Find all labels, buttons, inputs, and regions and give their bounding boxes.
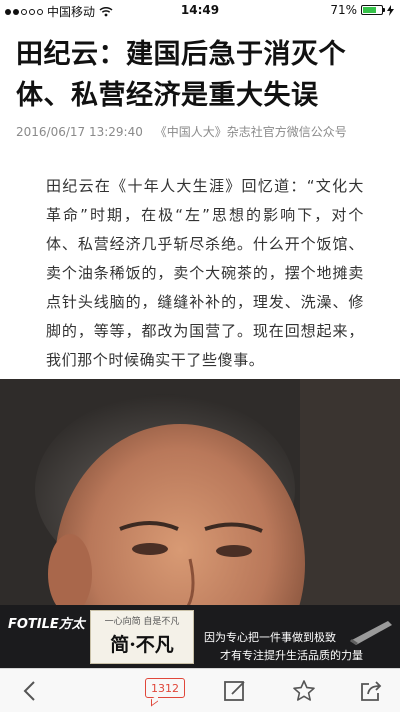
ad-product-icon xyxy=(350,621,392,645)
share-button[interactable] xyxy=(356,677,386,705)
battery-group: 71% xyxy=(330,3,394,17)
back-button[interactable] xyxy=(14,677,44,705)
star-icon xyxy=(293,680,315,701)
ad-tagline-small: 一心向简 自是不凡 xyxy=(104,617,180,627)
back-arrow-icon xyxy=(23,681,35,701)
edit-icon xyxy=(224,681,245,701)
edit-button[interactable] xyxy=(220,677,250,705)
ad-brand: FOTILE方太 xyxy=(8,617,85,632)
article-body: 田纪云在《十年人大生涯》回忆道：“文化大革命”时期，在极“左”思想的影响下，对个… xyxy=(46,177,364,369)
ad-plaque: 一心向简 自是不凡 简·不凡 xyxy=(90,610,194,664)
bottom-toolbar: 1312 xyxy=(0,668,400,712)
comment-count-badge: 1312 xyxy=(145,678,185,698)
status-bar: 中国移动 14:49 71% xyxy=(0,0,400,20)
ad-line-1: 因为专心把一件事做到极致 xyxy=(204,631,336,644)
ad-tagline-main: 简·不凡 xyxy=(110,634,174,656)
share-icon xyxy=(361,681,382,701)
article-meta: 2016/06/17 13:29:40 《中国人大》杂志社官方微信公众号 xyxy=(16,123,355,140)
battery-percent: 71% xyxy=(330,3,357,17)
article-source: 《中国人大》杂志社官方微信公众号 xyxy=(154,125,347,139)
charging-bolt-icon xyxy=(387,4,394,16)
battery-icon xyxy=(361,5,385,15)
article-date: 2016/06/17 13:29:40 xyxy=(16,125,143,139)
article-title: 田纪云：建国后急于消灭个体、私营经济是重大失误 xyxy=(16,39,346,111)
ad-banner[interactable]: FOTILE方太 一心向简 自是不凡 简·不凡 因为专心把一件事做到极致 才有专… xyxy=(0,605,400,668)
ad-line-2: 才有专注提升生活品质的力量 xyxy=(220,649,363,662)
favorite-button[interactable] xyxy=(289,677,319,705)
